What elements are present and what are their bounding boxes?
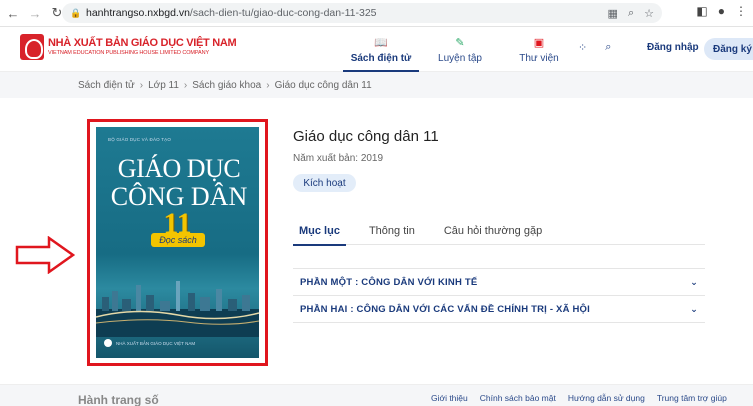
search-icon[interactable]: ⌕ (605, 41, 611, 54)
back-icon[interactable]: ← (4, 4, 22, 22)
arrow-right-icon (15, 236, 75, 274)
chevron-right-icon: › (266, 79, 270, 91)
cover-publisher-logo-icon (104, 339, 112, 347)
site-logo[interactable]: NHÀ XUẤT BẢN GIÁO DỤC VIỆT NAM VIETNAM E… (20, 34, 237, 60)
library-icon: ▣ (533, 36, 545, 49)
forward-icon[interactable]: → (26, 4, 44, 22)
chevron-right-icon: › (139, 79, 144, 91)
chevron-down-icon[interactable]: ⌄ (690, 277, 698, 288)
tab-contents[interactable]: Mục lục (293, 219, 346, 246)
breadcrumb-item[interactable]: Sách điện tử (78, 80, 135, 91)
book-icon: 📖 (374, 36, 388, 49)
toc-item[interactable]: PHẦN MỘT : CÔNG DÂN VỚI KINH TẾ ⌄ (293, 269, 705, 296)
activate-button[interactable]: Kích hoạt (293, 174, 356, 192)
breadcrumb: Sách điện tử › Lớp 11 › Sách giáo khoa › Gi… (0, 72, 753, 98)
logo-title: NHÀ XUẤT BẢN GIÁO DỤC VIỆT NAM (48, 37, 237, 49)
tab-faq[interactable]: Câu hỏi thường gặp (438, 219, 548, 245)
footer-brand: Hành trang số (78, 393, 159, 406)
nav-practice[interactable]: ✎ Luyện tập (422, 27, 498, 72)
address-bar[interactable]: 🔒 hanhtrangso.nxbgd.vn/sach-dien-tu/giao… (62, 3, 662, 23)
grid-icon[interactable]: ⁘ (578, 41, 587, 54)
cover-publisher-top: BỘ GIÁO DỤC VÀ ĐÀO TẠO (108, 137, 172, 142)
logo-subtitle: VIETNAM EDUCATION PUBLISHING HOUSE LIMIT… (48, 50, 210, 56)
site-header: NHÀ XUẤT BẢN GIÁO DỤC VIỆT NAM VIETNAM E… (0, 27, 753, 72)
sidebar-icon[interactable]: ◧ (696, 4, 707, 18)
menu-icon[interactable]: ⋮ (735, 4, 747, 18)
register-button[interactable]: Đăng ký (704, 38, 753, 60)
login-link[interactable]: Đăng nhập (647, 42, 699, 53)
site-footer: Hành trang số Giới thiệu Chính sách bảo … (0, 384, 753, 406)
footer-link[interactable]: Chính sách bảo mật (480, 393, 556, 403)
pencil-icon: ✎ (455, 36, 465, 49)
nav-ebooks[interactable]: 📖 Sách điện tử (343, 27, 419, 72)
zoom-icon[interactable]: ⌕ (628, 7, 634, 20)
toc-item[interactable]: PHẦN HAI : CÔNG DÂN VỚI CÁC VẤN ĐỀ CHÍNH… (293, 296, 705, 323)
publish-year: Năm xuất bản: 2019 (293, 153, 384, 164)
tab-info[interactable]: Thông tin (363, 219, 421, 245)
browser-toolbar: ← → ↻ 🔒 hanhtrangso.nxbgd.vn/sach-dien-t… (0, 0, 753, 27)
tab-bar: Mục lục Thông tin Câu hỏi thường gặp (293, 219, 705, 246)
footer-link[interactable]: Trung tâm trợ giúp (657, 393, 727, 403)
city-skyline-illustration (96, 281, 259, 337)
chevron-right-icon: › (183, 79, 188, 91)
toc-item-label: PHẦN HAI : CÔNG DÂN VỚI CÁC VẤN ĐỀ CHÍNH… (300, 303, 590, 315)
profile-icon[interactable]: ● (718, 4, 725, 18)
cover-title-line1: GIÁO DỤC (117, 154, 241, 183)
main-nav: 📖 Sách điện tử ✎ Luyện tập ▣ Thư viện (343, 27, 580, 72)
url-path: /sach-dien-tu/giao-duc-cong-dan-11-325 (189, 7, 377, 19)
footer-link[interactable]: Giới thiệu (431, 393, 468, 403)
publisher-logo-icon (20, 34, 44, 60)
toc-item-label: PHẦN MỘT : CÔNG DÂN VỚI KINH TẾ (300, 276, 478, 288)
breadcrumb-item[interactable]: Lớp 11 (148, 80, 179, 91)
footer-link[interactable]: Hướng dẫn sử dụng (568, 393, 645, 403)
lock-icon: 🔒 (70, 8, 82, 18)
read-book-button[interactable]: Đọc sách (151, 233, 205, 247)
qr-code-icon[interactable]: ▦ (608, 7, 618, 20)
nav-ebooks-label: Sách điện tử (350, 52, 412, 64)
star-icon[interactable]: ☆ (644, 7, 654, 20)
breadcrumb-item[interactable]: Sách giáo khoa (192, 80, 261, 91)
book-cover[interactable]: BỘ GIÁO DỤC VÀ ĐÀO TẠO GIÁO DỤC CÔNG DÂN… (96, 127, 259, 358)
nav-library-label: Thư viện (519, 52, 559, 64)
nav-library[interactable]: ▣ Thư viện (501, 27, 577, 72)
chevron-down-icon[interactable]: ⌄ (690, 304, 698, 315)
url-host: hanhtrangso.nxbgd.vn (86, 7, 190, 19)
page-title: Giáo dục công dân 11 (293, 128, 439, 145)
table-of-contents: PHẦN MỘT : CÔNG DÂN VỚI KINH TẾ ⌄ PHẦN H… (293, 268, 705, 323)
breadcrumb-current: Giáo dục công dân 11 (274, 79, 372, 91)
cover-publisher-bottom: NHÀ XUẤT BẢN GIÁO DỤC VIỆT NAM (116, 341, 196, 346)
nav-practice-label: Luyện tập (438, 52, 482, 64)
